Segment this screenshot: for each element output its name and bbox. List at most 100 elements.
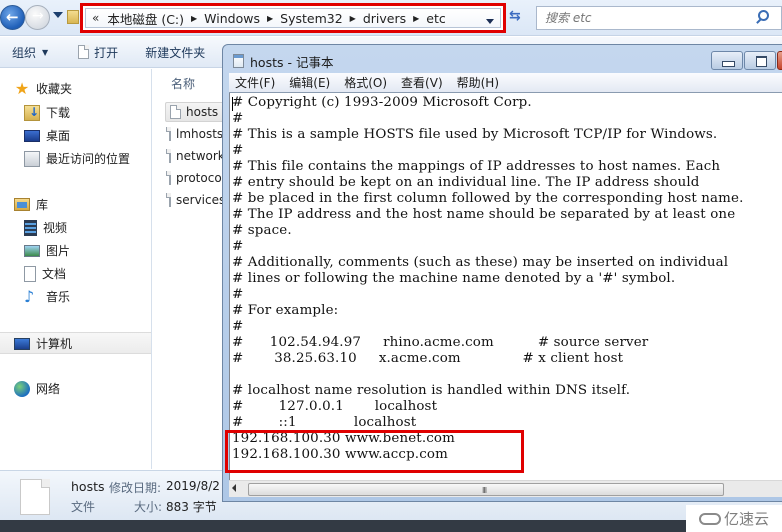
text-line: # This file contains the mappings of IP … — [232, 159, 721, 174]
recent-places-icon — [24, 150, 40, 167]
refresh-icon[interactable]: ⇆ — [509, 8, 521, 24]
minimize-button[interactable] — [711, 51, 743, 70]
breadcrumb-separator-icon[interactable]: ▶ — [413, 14, 419, 23]
sidebar-label: 计算机 — [36, 337, 73, 351]
menu-help[interactable]: 帮助(H) — [451, 74, 505, 91]
text-line: # entry should be kept on an individual … — [232, 175, 700, 190]
breadcrumb-item-local-disk[interactable]: 本地磁盘 (C:) — [107, 9, 184, 28]
text-line: # be placed in the first column followed… — [232, 191, 744, 206]
text-line: # ::1 localhost — [232, 415, 417, 430]
file-row[interactable]: services — [165, 190, 225, 210]
menu-file[interactable]: 文件(F) — [229, 74, 281, 91]
new-folder-button[interactable]: 新建文件夹 — [145, 44, 205, 61]
maximize-button[interactable] — [744, 51, 776, 70]
text-line: # space. — [232, 223, 292, 238]
search-icon[interactable] — [758, 10, 769, 21]
notepad-title-bar[interactable]: hosts - 记事本 — [223, 45, 782, 73]
text-line: # 127.0.0.1 localhost — [232, 399, 438, 414]
sidebar-item-pictures[interactable]: 图片 — [24, 242, 70, 259]
sidebar-label: 网络 — [36, 382, 61, 396]
breadcrumb-separator-icon[interactable]: ▶ — [191, 14, 197, 23]
sidebar-item-documents[interactable]: 文档 — [24, 265, 66, 282]
file-icon — [166, 127, 171, 141]
sidebar-label: 最近访问的位置 — [46, 152, 131, 166]
search-box[interactable] — [536, 6, 782, 30]
file-icon — [78, 45, 90, 59]
organize-label: 组织 — [12, 45, 37, 60]
scroll-left-arrow-icon[interactable] — [232, 484, 236, 492]
breadcrumb-item-drivers[interactable]: drivers — [363, 11, 406, 26]
text-line: # — [232, 143, 244, 158]
text-line: # 38.25.63.10 x.acme.com # x client host — [232, 351, 624, 366]
sidebar-item-computer[interactable]: 计算机 — [14, 335, 72, 352]
address-bar[interactable]: « 本地磁盘 (C:) ▶ Windows ▶ System32 ▶ drive… — [85, 8, 501, 28]
text-line: # — [232, 319, 244, 334]
music-note-icon: ♪ — [24, 286, 35, 306]
library-icon — [14, 198, 30, 211]
file-name: protocol — [176, 171, 225, 185]
recent-pages-dropdown-icon[interactable] — [53, 12, 63, 18]
sidebar-label: 音乐 — [46, 290, 71, 304]
file-row[interactable]: networks — [165, 146, 225, 166]
breadcrumb-separator-icon[interactable]: ▶ — [267, 14, 273, 23]
file-row[interactable]: protocol — [165, 168, 225, 188]
breadcrumb-item-windows[interactable]: Windows — [204, 11, 260, 26]
sidebar-item-recent-places[interactable]: 最近访问的位置 — [24, 150, 130, 167]
sidebar-label: 下载 — [46, 106, 71, 120]
sidebar-item-favorites[interactable]: ★ 收藏夹 — [14, 80, 72, 97]
forward-button[interactable]: → — [25, 5, 50, 30]
details-size-value: 883 字节 — [166, 500, 217, 514]
sidebar-item-videos[interactable]: 视频 — [24, 219, 67, 236]
file-icon — [165, 171, 172, 185]
menu-view[interactable]: 查看(V) — [395, 74, 449, 91]
new-folder-label: 新建文件夹 — [145, 45, 206, 60]
breadcrumb-item-etc[interactable]: etc — [426, 11, 445, 26]
watermark-text: 亿速云 — [723, 510, 769, 528]
file-row-hosts[interactable]: hosts — [165, 102, 225, 122]
notepad-window: hosts - 记事本 文件(F) 编辑(E) 格式(O) 查看(V) 帮助(H… — [222, 44, 782, 502]
breadcrumb-separator-icon[interactable]: ▶ — [350, 14, 356, 23]
address-bar-highlight: « 本地磁盘 (C:) ▶ Windows ▶ System32 ▶ drive… — [80, 3, 506, 33]
details-file-name: hosts — [71, 479, 105, 494]
sidebar-item-music[interactable]: ♪ 音乐 — [24, 288, 70, 305]
explorer-nav-bar: ← → « 本地磁盘 (C:) ▶ Windows ▶ System32 ▶ d… — [0, 0, 782, 36]
open-label: 打开 — [94, 45, 119, 60]
text-caret — [232, 97, 233, 111]
sidebar-item-libraries[interactable]: 库 — [14, 196, 48, 213]
text-line: # lines or following the machine name de… — [232, 271, 676, 286]
text-line: # Copyright (c) 1993-2009 Microsoft Corp… — [232, 95, 532, 110]
breadcrumb-item-system32[interactable]: System32 — [280, 11, 343, 26]
close-button[interactable] — [777, 51, 782, 70]
open-button[interactable]: 打开 — [78, 44, 118, 61]
organize-button[interactable]: 组织 ▼ — [12, 44, 48, 61]
document-icon — [24, 265, 36, 282]
sidebar-item-desktop[interactable]: 桌面 — [24, 127, 70, 144]
notepad-text-area[interactable]: # Copyright (c) 1993-2009 Microsoft Corp… — [229, 93, 782, 480]
address-dropdown-icon[interactable] — [486, 19, 494, 24]
text-line: # 102.54.94.97 rhino.acme.com # source s… — [232, 335, 649, 350]
file-row[interactable]: lmhosts.sam — [165, 124, 225, 144]
text-line: # For example: — [232, 303, 339, 318]
sidebar-item-downloads[interactable]: 下载 — [24, 104, 70, 121]
network-icon — [14, 380, 30, 397]
sidebar-item-network[interactable]: 网络 — [14, 380, 60, 397]
column-header-name[interactable]: 名称 — [171, 75, 195, 92]
search-input[interactable] — [545, 11, 745, 25]
menu-format[interactable]: 格式(O) — [338, 74, 393, 91]
text-line: # localhost name resolution is handled w… — [232, 383, 631, 398]
computer-icon — [14, 337, 30, 350]
sidebar-label: 库 — [36, 198, 49, 212]
breadcrumb-overflow[interactable]: « — [92, 11, 99, 25]
video-icon — [24, 219, 37, 236]
taskbar-edge — [0, 520, 782, 532]
scrollbar-thumb[interactable]: III — [248, 483, 724, 496]
menu-edit[interactable]: 编辑(E) — [283, 74, 336, 91]
text-line: # — [232, 287, 244, 302]
text-line: # — [232, 239, 244, 254]
file-large-icon — [20, 479, 50, 515]
notepad-menu-bar: 文件(F) 编辑(E) 格式(O) 查看(V) 帮助(H) — [229, 73, 782, 93]
back-button[interactable]: ← — [0, 5, 25, 30]
forward-arrow-icon: → — [32, 8, 44, 24]
horizontal-scrollbar[interactable]: III — [229, 480, 782, 497]
text-line: # The IP address and the host name shoul… — [232, 207, 736, 222]
